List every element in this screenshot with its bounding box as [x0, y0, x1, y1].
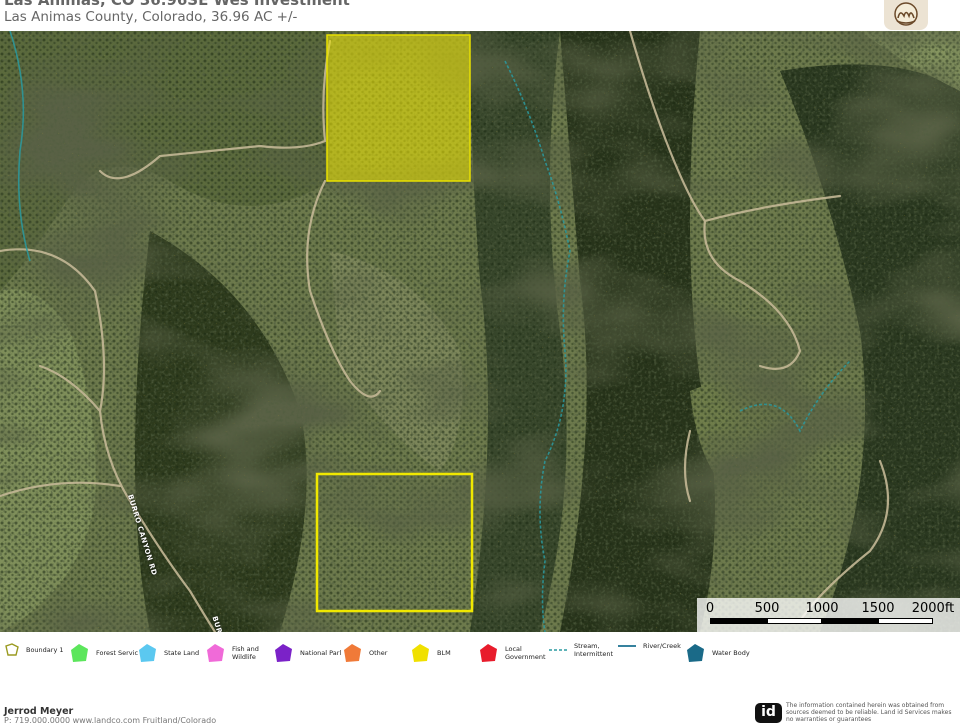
scale-segment-4	[878, 618, 933, 624]
outline-pentagon-icon	[5, 643, 19, 656]
legend-item-boundary: Boundary 1	[4, 642, 64, 658]
legend-item-blm: BLM	[409, 642, 451, 664]
scale-label-1500: 1500	[861, 601, 895, 616]
scale-label-2000ft: 2000ft	[911, 601, 955, 616]
scale-label-1000: 1000	[805, 601, 839, 616]
scale-bar: 0 500 1000 1500 2000ft	[697, 598, 960, 632]
map-subtitle: Las Animas County, Colorado, 36.96 AC +/…	[4, 9, 298, 25]
pentagon-icon	[687, 644, 704, 662]
legend-item-stream-intermittent: Stream, Intermittent	[548, 642, 620, 658]
map-legend: Boundary 1 Forest Servic State Land Fish…	[0, 632, 960, 698]
legend-item-national-park: National Parl	[272, 642, 341, 664]
legend-item-river-creek: River/Creek	[617, 642, 681, 650]
scale-segment-3	[822, 618, 878, 624]
pentagon-icon	[412, 644, 429, 662]
pentagon-icon	[139, 644, 156, 662]
legend-item-water-body: Water Body	[684, 642, 750, 664]
pentagon-icon	[71, 644, 88, 662]
map-title: Las Animas, CO 36.96SE Wes Investment	[4, 0, 350, 9]
agent-contact: P: 719.000.0000 www.landco.com Fruitland…	[4, 716, 217, 725]
header: Las Animas, CO 36.96SE Wes Investment La…	[0, 0, 960, 31]
aerial-map[interactable]: BURRO CANYON RD BUR	[0, 31, 960, 632]
scale-label-0: 0	[705, 601, 715, 616]
line-icon	[618, 645, 636, 647]
scale-segment-2	[767, 618, 822, 624]
dashed-line-icon	[549, 649, 567, 651]
pentagon-icon	[344, 644, 361, 662]
legend-item-other: Other	[341, 642, 387, 664]
scale-label-500: 500	[754, 601, 780, 616]
legend-item-fish-and-wildlife: Fish and Wildlife	[204, 642, 278, 664]
land-id-logo: id	[755, 703, 782, 723]
pentagon-icon	[207, 644, 224, 662]
legend-item-state-land: State Land	[136, 642, 199, 664]
legend-item-forest-service: Forest Servic	[68, 642, 138, 664]
blm-parcel	[326, 34, 471, 182]
scale-segment-1	[710, 618, 767, 624]
legend-item-local-government: Local Government	[477, 642, 551, 664]
pentagon-icon	[275, 644, 292, 662]
company-logo	[884, 0, 928, 30]
pentagon-icon	[480, 644, 497, 662]
